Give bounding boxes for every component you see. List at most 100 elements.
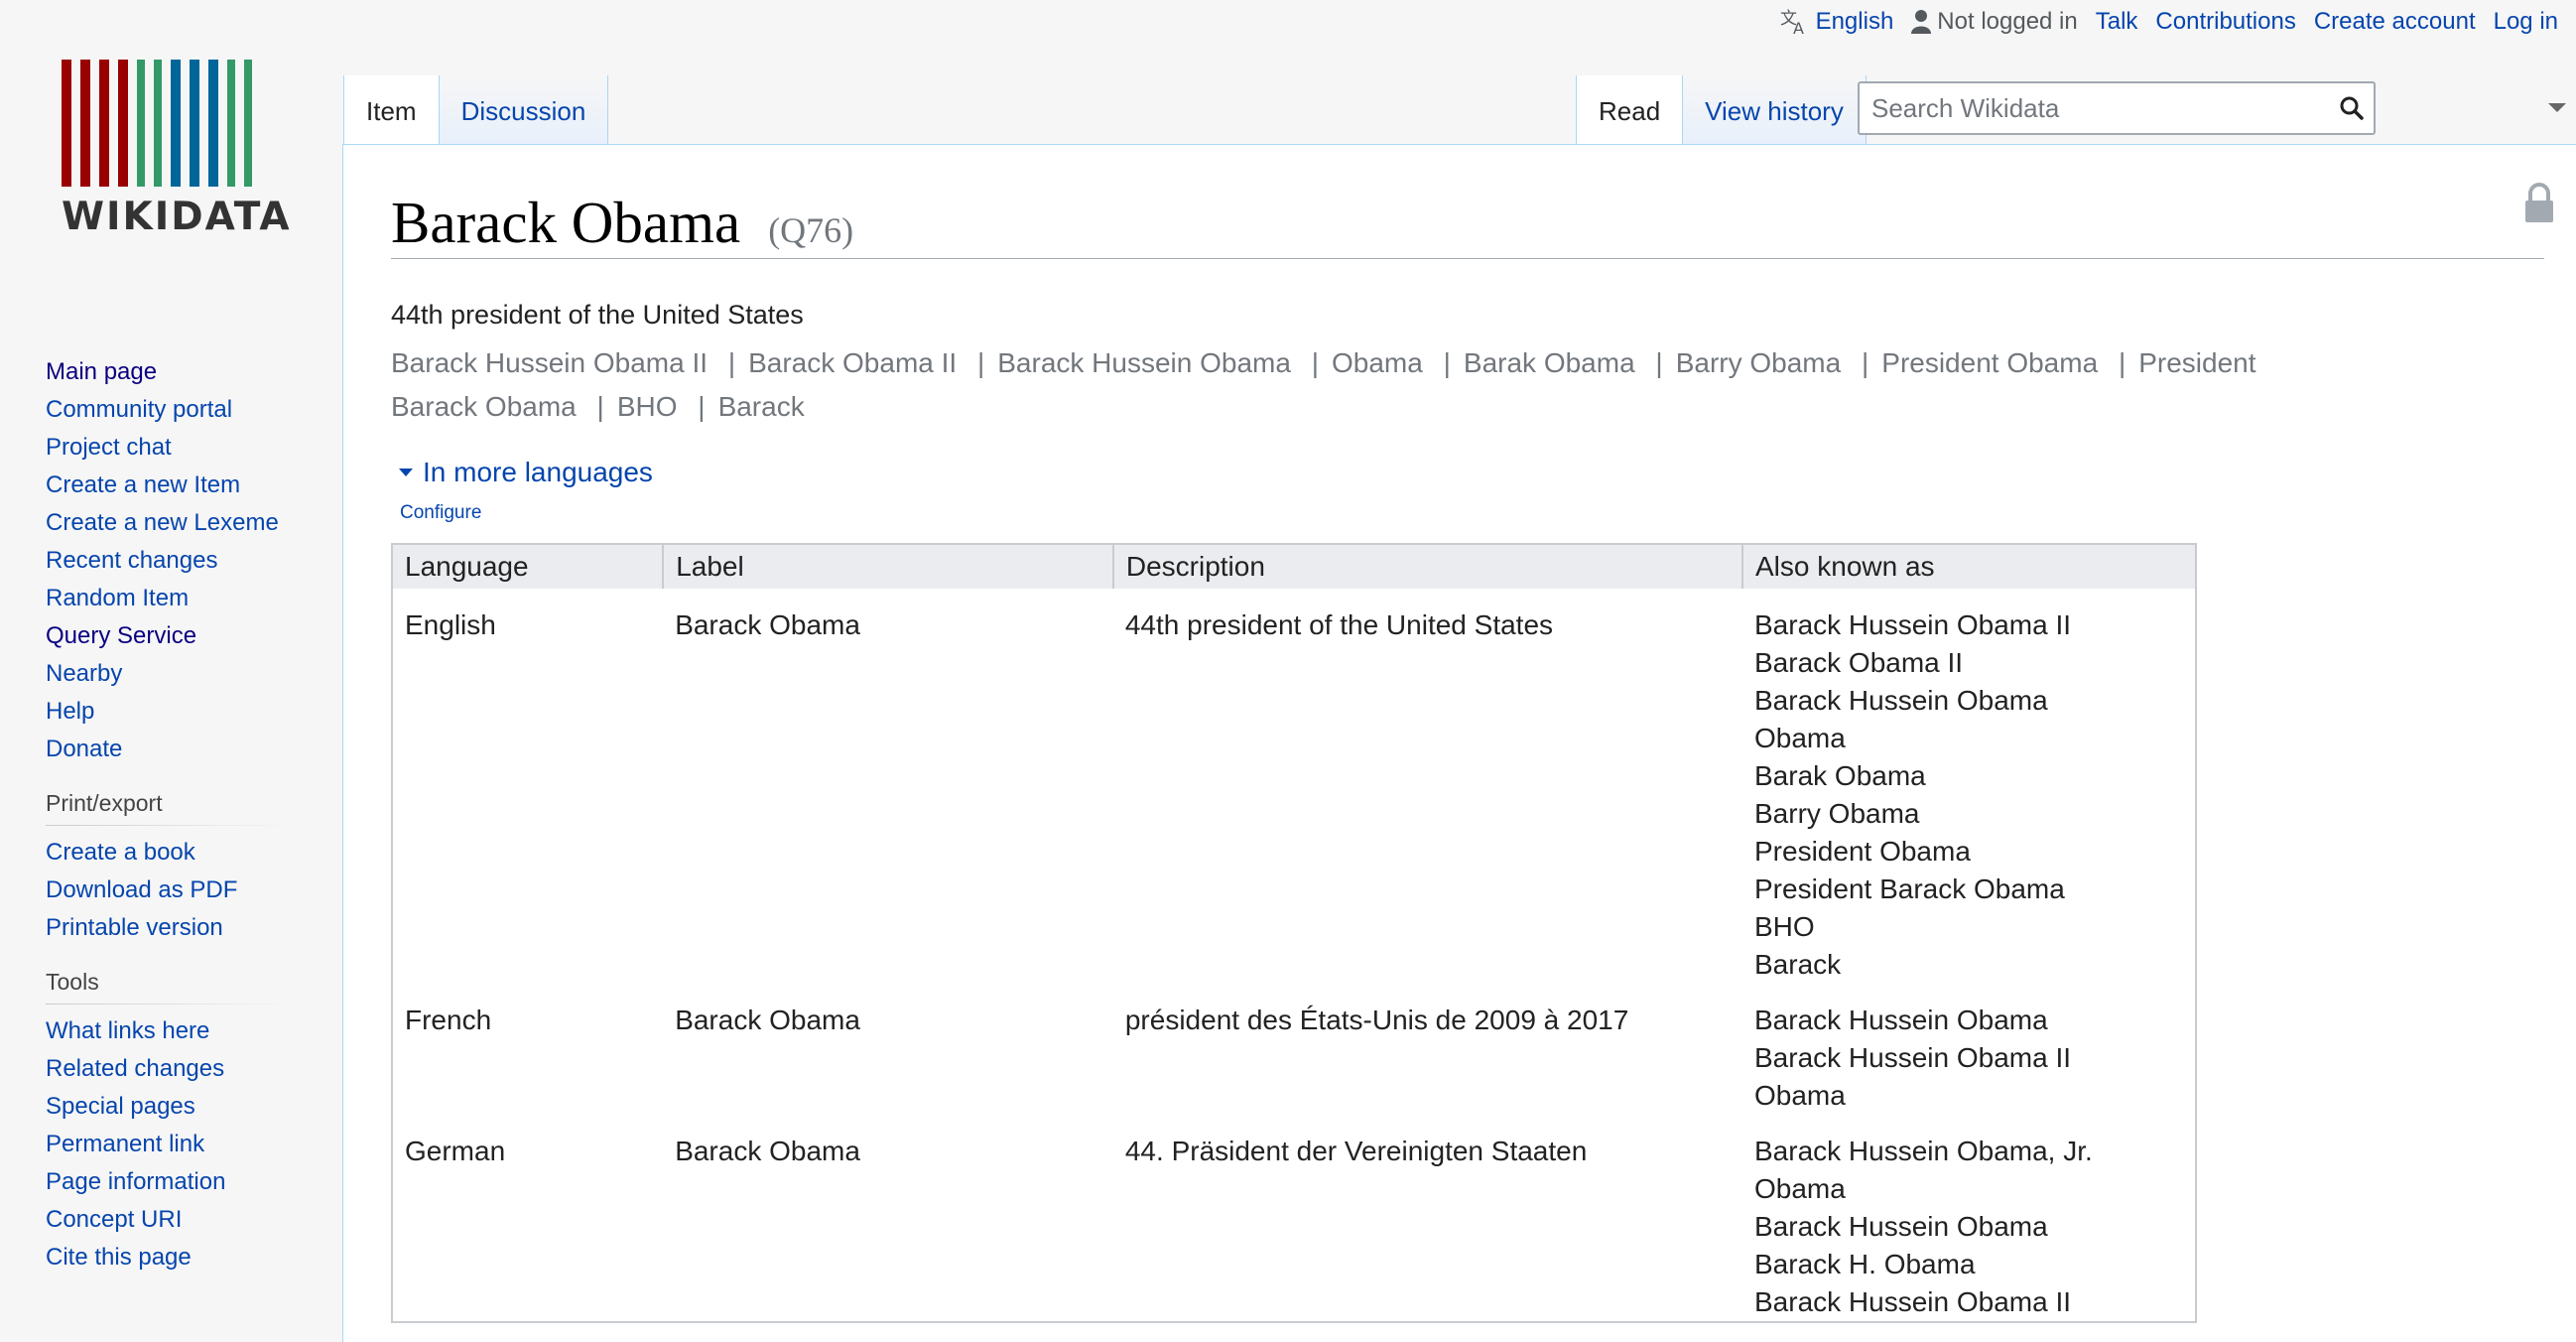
- sidebar-item-page-information[interactable]: Page information: [46, 1163, 304, 1201]
- alias-entry: Barack Hussein Obama, Jr.: [1754, 1136, 2093, 1166]
- alias-entry: Barack Obama II: [1754, 647, 1964, 678]
- sidebar-item-permanent-link[interactable]: Permanent link: [46, 1126, 304, 1163]
- view-tabs: Read View history: [1576, 75, 1867, 145]
- wikidata-logo[interactable]: WIKIDATA: [40, 50, 298, 248]
- collapse-triangle-icon: [399, 469, 413, 476]
- alias-entry: Barack Hussein Obama II: [1754, 609, 2072, 640]
- cell-aliases: Barack Hussein Obama, Jr. Obama Barack Hus…: [1742, 1115, 2196, 1322]
- logo-bar: [190, 60, 199, 187]
- user-icon: [1911, 10, 1932, 34]
- tab-read[interactable]: Read: [1576, 75, 1684, 145]
- sidebar-item-related-changes[interactable]: Related changes: [46, 1050, 304, 1088]
- sidebar-item-what-links-here[interactable]: What links here: [46, 1012, 304, 1050]
- tools-list: What links here Related changes Special pa…: [46, 1012, 304, 1276]
- alias-separator: |: [698, 391, 706, 422]
- alias: Barack: [717, 391, 805, 422]
- alias: President Obama: [1881, 347, 2099, 378]
- talk-link[interactable]: Talk: [2096, 8, 2138, 36]
- sidebar-item-concept-uri[interactable]: Concept URI: [46, 1201, 304, 1239]
- alias-separator: |: [596, 391, 604, 422]
- sidebar-item-download-as-pdf[interactable]: Download as PDF: [46, 872, 304, 909]
- alias-entry: Barack Hussein Obama: [1754, 685, 2048, 716]
- sidebar: Main page Community portal Project chat Cre…: [46, 353, 304, 1276]
- cell-language: French: [405, 1005, 492, 1035]
- sidebar-item-query-service[interactable]: Query Service: [46, 617, 304, 655]
- header-description: Description: [1112, 544, 1744, 589]
- sidebar-item-community-portal[interactable]: Community portal: [46, 391, 304, 429]
- sidebar-item-label: Help: [46, 698, 95, 725]
- create-account-link[interactable]: Create account: [2314, 8, 2476, 36]
- table-row: English Barack Obama 44th president of the…: [392, 589, 2196, 984]
- alias-separator: |: [1311, 347, 1319, 378]
- sidebar-item-label: Community portal: [46, 396, 233, 423]
- translate-icon: 文 A: [1780, 9, 1804, 36]
- sidebar-item-help[interactable]: Help: [46, 693, 304, 731]
- sidebar-item-label: Download as PDF: [46, 876, 238, 903]
- sidebar-item-label: Related changes: [46, 1055, 225, 1082]
- sidebar-item-nearby[interactable]: Nearby: [46, 655, 304, 693]
- tab-discussion[interactable]: Discussion: [439, 75, 609, 145]
- in-more-languages-label: In more languages: [423, 457, 653, 487]
- sidebar-item-label: Printable version: [46, 914, 223, 941]
- alias-entry: BHO: [1754, 911, 1815, 942]
- namespace-tabs: Item Discussion: [343, 75, 609, 145]
- alias-entry: President Obama: [1754, 836, 1971, 867]
- table-row: German Barack Obama 44. Präsident der Vere…: [392, 1115, 2196, 1322]
- header-label: Label: [663, 544, 1114, 589]
- sidebar-item-label: Create a new Lexeme: [46, 509, 279, 536]
- language-link[interactable]: English: [1816, 8, 1894, 36]
- alias-separator: |: [727, 347, 736, 378]
- sidebar-item-random-item[interactable]: Random Item: [46, 580, 304, 617]
- print-export-heading: Print/export: [46, 790, 294, 826]
- sidebar-item-cite-this-page[interactable]: Cite this page: [46, 1239, 304, 1276]
- sidebar-item-donate[interactable]: Donate: [46, 731, 304, 768]
- sidebar-item-label: Project chat: [46, 434, 172, 461]
- alias-entry: President Barack Obama: [1754, 873, 2065, 904]
- header-language: Language: [392, 544, 665, 589]
- logo-bar: [137, 60, 145, 187]
- in-more-languages-toggle[interactable]: In more languages: [399, 457, 653, 488]
- lock-icon[interactable]: [2522, 183, 2556, 224]
- not-logged-in-text: Not logged in: [1937, 8, 2078, 35]
- sidebar-item-project-chat[interactable]: Project chat: [46, 429, 304, 467]
- logo-bar: [62, 60, 71, 187]
- tab-view-history[interactable]: View history: [1683, 75, 1867, 145]
- sidebar-item-create-a-new-item[interactable]: Create a new Item: [46, 467, 304, 504]
- sidebar-item-create-a-book[interactable]: Create a book: [46, 834, 304, 872]
- logo-bar: [118, 60, 128, 187]
- logo-bar: [227, 60, 235, 187]
- configure-link[interactable]: Configure: [400, 502, 481, 524]
- item-description: 44th president of the United States: [391, 300, 804, 330]
- content-area: Barack Obama (Q76) 44th president of the…: [342, 144, 2576, 1342]
- sidebar-item-label: Donate: [46, 736, 123, 762]
- svg-text:A: A: [1793, 19, 1804, 36]
- alias-entry: Barack: [1754, 949, 1842, 980]
- alias-entry: Barack H. Obama: [1754, 1249, 1976, 1279]
- sidebar-item-printable-version[interactable]: Printable version: [46, 909, 304, 947]
- sidebar-item-label: Nearby: [46, 660, 123, 687]
- log-in-link[interactable]: Log in: [2494, 8, 2558, 36]
- search-box: [1858, 81, 2376, 135]
- search-input[interactable]: [1860, 83, 2330, 133]
- search-button[interactable]: [2330, 86, 2374, 130]
- item-id: (Q76): [768, 210, 854, 250]
- alias: Barack Hussein Obama II: [391, 347, 708, 378]
- language-selector[interactable]: 文 A English: [1780, 8, 1894, 36]
- alias-entry: Barak Obama: [1754, 760, 1926, 791]
- cell-description: président des États-Unis de 2009 à 2017: [1124, 1005, 1629, 1035]
- more-menu-chevron-icon[interactable]: [2548, 103, 2566, 112]
- alias-entry: Obama: [1754, 1173, 1846, 1204]
- sidebar-item-create-a-new-lexeme[interactable]: Create a new Lexeme: [46, 504, 304, 542]
- sidebar-item-label: Permanent link: [46, 1131, 205, 1157]
- alias-entry: Obama: [1754, 1080, 1846, 1111]
- contributions-link[interactable]: Contributions: [2155, 8, 2295, 36]
- table-row: French Barack Obama président des États-Un…: [392, 984, 2196, 1115]
- sidebar-item-recent-changes[interactable]: Recent changes: [46, 542, 304, 580]
- sidebar-item-special-pages[interactable]: Special pages: [46, 1088, 304, 1126]
- sidebar-item-main-page[interactable]: Main page: [46, 353, 304, 391]
- sidebar-item-label: What links here: [46, 1017, 210, 1044]
- logo-bar: [244, 60, 252, 187]
- user-status: Not logged in: [1911, 8, 2078, 36]
- alias: Barry Obama: [1675, 347, 1842, 378]
- tab-item[interactable]: Item: [343, 75, 440, 145]
